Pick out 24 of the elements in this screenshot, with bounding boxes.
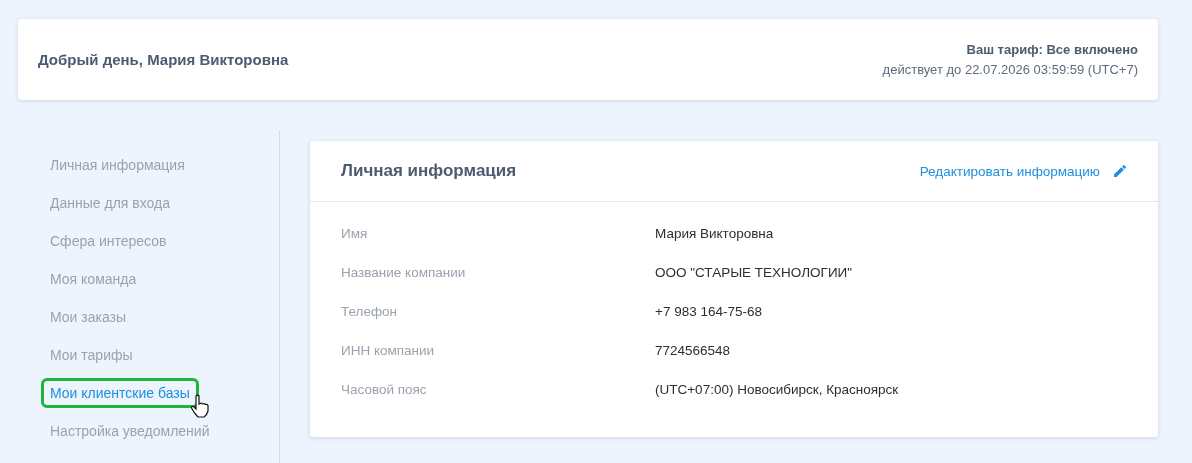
sidebar-item[interactable]: Сфера интересов: [41, 226, 176, 256]
hand-cursor-icon: [189, 394, 210, 418]
sidebar-item[interactable]: Личная информация: [41, 150, 194, 180]
sidebar-item[interactable]: Настройка уведомлений: [41, 416, 219, 446]
field-label: Название компании: [341, 265, 467, 282]
sidebar-item[interactable]: Данные для входа: [41, 188, 179, 218]
field-value: 7724566548: [655, 343, 732, 360]
field-label: Часовой пояс: [341, 382, 428, 399]
plan-name: Ваш тариф: Все включено: [965, 42, 1138, 57]
sidebar-item[interactable]: Мои тарифы: [41, 340, 142, 370]
card-title: Личная информация: [341, 161, 517, 181]
field-value: +7 983 164-75-68: [655, 304, 763, 321]
plan-validity: действует до 22.07.2026 03:59:59 (UTC+7): [882, 62, 1138, 77]
field-value: Мария Викторовна: [655, 226, 775, 243]
sidebar-item[interactable]: Мои заказы: [41, 302, 136, 332]
sidebar-item[interactable]: Моя команда: [41, 264, 146, 294]
field-value: ООО "СТАРЫЕ ТЕХНОЛОГИИ": [655, 265, 854, 282]
greeting: Добрый день, Мария Викторовна: [38, 51, 289, 68]
field-label: ИНН компании: [341, 343, 436, 360]
pencil-icon: [1112, 163, 1128, 179]
field-label: Телефон: [341, 304, 398, 321]
field-label: Имя: [341, 226, 369, 243]
edit-info-link[interactable]: Редактировать информацию: [919, 163, 1128, 179]
field-value: (UTC+07:00) Новосибирск, Красноярск: [655, 382, 900, 399]
